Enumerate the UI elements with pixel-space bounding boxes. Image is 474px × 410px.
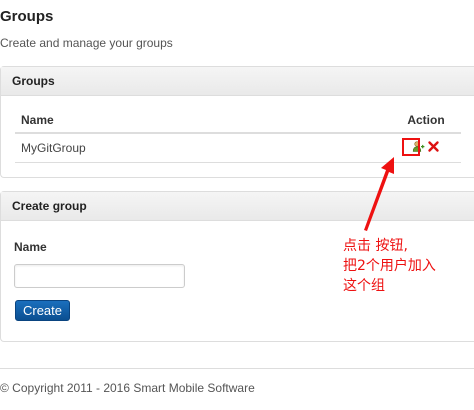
group-name-cell: MyGitGroup (15, 133, 391, 163)
create-group-panel-heading: Create group (1, 192, 474, 221)
table-row: MyGitGroup (15, 133, 461, 163)
footer-divider (0, 368, 474, 369)
delete-icon[interactable] (427, 140, 440, 153)
column-header-name: Name (15, 107, 391, 134)
create-button[interactable]: Create (15, 300, 70, 321)
group-action-cell (391, 133, 461, 163)
groups-panel-heading: Groups (1, 67, 474, 96)
page-subtitle: Create and manage your groups (0, 36, 173, 50)
group-name-input[interactable] (14, 264, 185, 288)
annotation-line: 点击 按钮, (343, 238, 408, 254)
footer-copyright: © Copyright 2011 - 2016 Smart Mobile Sof… (0, 381, 255, 395)
annotation-text: 点击 按钮, 把2个用户加入 这个组 (343, 236, 469, 296)
group-name-label: Name (14, 240, 47, 254)
table-header-row: Name Action (15, 107, 461, 134)
annotation-line: 把2个用户加入 (343, 258, 436, 274)
add-user-icon[interactable] (412, 140, 425, 153)
column-header-action: Action (391, 107, 461, 134)
page-title: Groups (0, 8, 54, 25)
annotation-line: 这个组 (343, 278, 385, 294)
groups-panel: Groups Name Action MyGitGroup (0, 66, 474, 178)
groups-table: Name Action MyGitGroup (15, 107, 461, 163)
